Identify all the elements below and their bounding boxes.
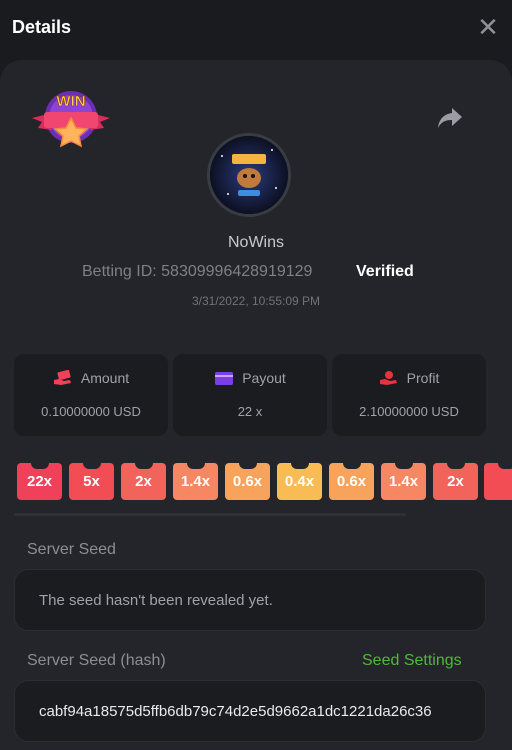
betting-id-value: 58309996428919129 (161, 263, 313, 280)
betting-id-label: Betting ID: (82, 263, 157, 280)
page-title: Details (12, 16, 72, 37)
amount-label: Amount (80, 370, 130, 386)
server-seed-value: The seed hasn't been revealed yet. (39, 591, 273, 609)
wallet-icon (215, 372, 234, 385)
server-seed-hash-value: cabf94a18575d5ffb6db79c74d2e5d9662a1dc12… (39, 702, 432, 720)
multiplier-chip: 1.4x (173, 463, 218, 500)
payout-label: Payout (242, 370, 286, 386)
server-seed-label: Server Seed (27, 541, 116, 558)
profit-value: 2.10000000 USD (359, 404, 459, 419)
multiplier-strip: 22x 5x 2x 1.4x 0.6x 0.4x 0.6x 1.4x 2x (17, 463, 512, 500)
server-seed-hash-field[interactable]: cabf94a18575d5ffb6db79c74d2e5d9662a1dc12… (14, 680, 486, 742)
amount-card: Amount 0.10000000 USD (14, 354, 168, 436)
multiplier-chip: 0.4x (277, 463, 322, 500)
share-icon[interactable] (436, 106, 464, 130)
multiplier-chip: 0.6x (225, 463, 270, 500)
seed-settings-link[interactable]: Seed Settings (362, 652, 462, 670)
bet-timestamp: 3/31/2022, 10:55:09 PM (191, 294, 321, 308)
betting-id: Betting ID: 58309996428919129 (82, 263, 312, 281)
win-badge-icon: WIN (32, 91, 110, 148)
avatar (207, 133, 291, 217)
username: NoWins (227, 234, 284, 251)
server-seed-hash-label: Server Seed (hash) (27, 652, 166, 669)
close-icon[interactable]: ✕ (476, 14, 500, 40)
badge-text: WIN (56, 93, 85, 110)
multiplier-chip (484, 463, 512, 500)
multiplier-chip: 2x (433, 463, 478, 500)
money-hand-icon (53, 370, 71, 385)
payout-card: Payout 22 x (173, 354, 327, 436)
multiplier-chip: 22x (17, 463, 62, 500)
game-thumbnail-icon (210, 136, 288, 214)
profit-hand-icon (379, 371, 397, 385)
verified-badge: Verified (356, 263, 414, 280)
amount-value: 0.10000000 USD (41, 404, 141, 419)
scrollbar[interactable] (14, 513, 406, 516)
details-header: Details ✕ (0, 0, 512, 54)
server-seed-field: The seed hasn't been revealed yet. (14, 569, 486, 631)
multiplier-chip: 5x (69, 463, 114, 500)
profit-label: Profit (406, 370, 440, 386)
multiplier-chip: 1.4x (381, 463, 426, 500)
multiplier-chip: 2x (121, 463, 166, 500)
profit-card: Profit 2.10000000 USD (332, 354, 486, 436)
payout-value: 22 x (237, 404, 263, 419)
multiplier-chip: 0.6x (329, 463, 374, 500)
